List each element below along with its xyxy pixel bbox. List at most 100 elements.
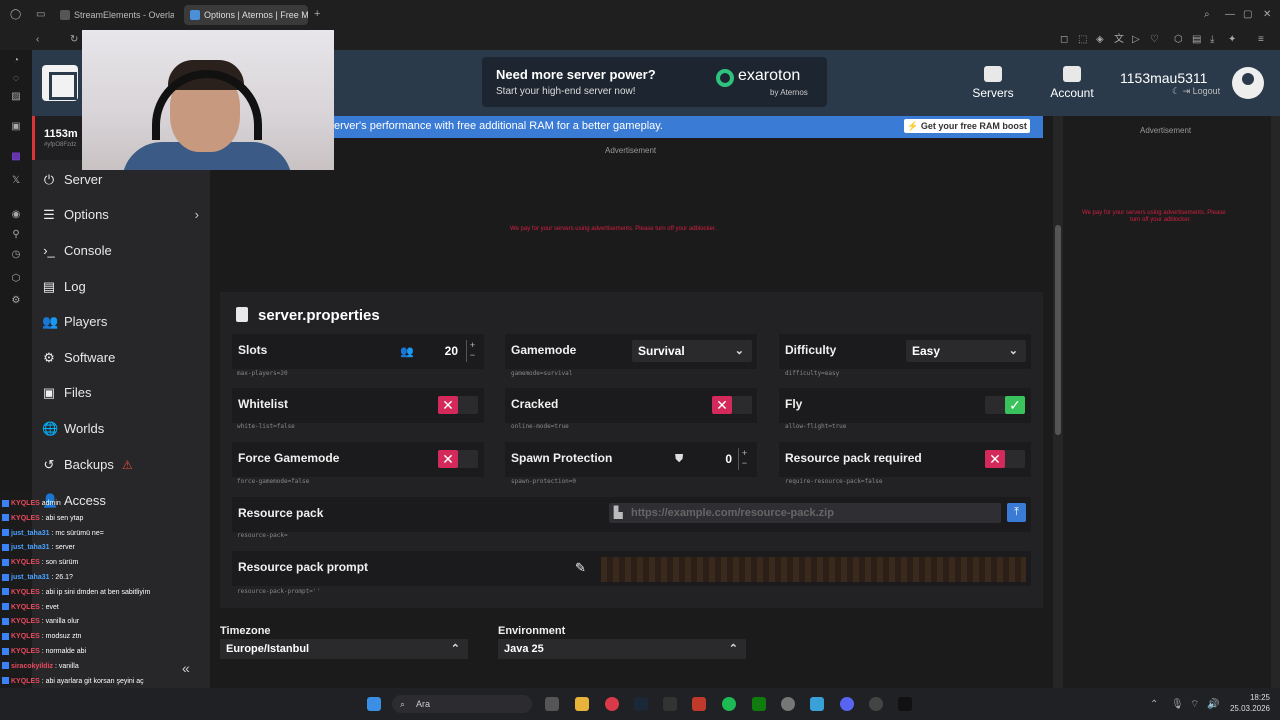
shield-icon: ⛊ — [675, 453, 684, 465]
history-icon[interactable]: ◔ — [10, 55, 22, 67]
logout-link[interactable]: ☾ ⇥ Logout — [1172, 86, 1220, 97]
sidebar-item-software[interactable]: ⚙ Software — [40, 347, 205, 369]
upload-button[interactable]: ⤒ — [1007, 503, 1026, 522]
capcut-icon[interactable] — [898, 697, 912, 711]
twitch-icon[interactable]: ▩ — [10, 151, 22, 163]
opera-icon[interactable] — [605, 697, 619, 711]
whitelist-toggle[interactable]: ✕ — [438, 396, 478, 414]
spotify-icon[interactable] — [722, 697, 736, 711]
bookmark-icon[interactable]: ◻ — [1060, 35, 1068, 45]
shield-icon[interactable]: ◈ — [1096, 35, 1104, 45]
play-icon[interactable]: ▷ — [1132, 35, 1140, 45]
wifi-icon[interactable]: ⌔ — [1190, 700, 1199, 710]
advertisement-label: Advertisement — [605, 146, 657, 155]
sidebar-item-players[interactable]: 👥 Players — [40, 311, 205, 333]
sidebar-item-options[interactable]: ☰ Options › — [40, 204, 205, 226]
cracked-toggle[interactable]: ✕ — [712, 396, 752, 414]
force-gamemode-toggle[interactable]: ✕ — [438, 450, 478, 468]
server-name-card[interactable]: 1153m #yfpO8Fzdz — [32, 116, 82, 160]
menu-icon[interactable]: ≡ — [1258, 35, 1264, 45]
reload-icon[interactable]: ↻ — [70, 35, 78, 45]
tab-streamelements[interactable]: StreamElements - Overlay — [54, 5, 174, 25]
slots-value[interactable]: 20 — [428, 344, 458, 358]
promo-brand-sub: by Aternos — [770, 88, 808, 97]
taskbar-clock[interactable]: 18:25 25.03.2026 — [1222, 692, 1270, 714]
sidebar-item-log[interactable]: ▤ Log — [40, 276, 205, 298]
exaroton-promo[interactable]: Need more server power? Start your high-… — [482, 57, 827, 107]
ai-icon[interactable]: ✦ — [1228, 35, 1236, 45]
sidebar-item-backups[interactable]: ↺ Backups ⚠ — [40, 454, 205, 476]
search-icon[interactable]: ⌕ — [1204, 10, 1210, 20]
close-icon[interactable]: ✕ — [1263, 10, 1271, 20]
task-view-icon[interactable] — [545, 697, 559, 711]
collapse-sidebar-icon[interactable]: « — [182, 660, 190, 676]
obs-icon[interactable] — [869, 697, 883, 711]
new-tab-button[interactable]: + — [314, 9, 320, 20]
resource-pack-required-toggle[interactable]: ✕ — [985, 450, 1025, 468]
chevron-up-icon: ⌃ — [450, 643, 460, 655]
settings-icon[interactable]: ⚙ — [10, 295, 22, 307]
heart-icon[interactable]: ♡ — [1150, 35, 1159, 45]
chevron-up-icon[interactable]: ⌃ — [1150, 700, 1158, 710]
volume-icon[interactable]: 🔊 — [1207, 700, 1219, 710]
windows-start-icon[interactable] — [367, 697, 381, 711]
pinboard-icon[interactable]: ▨ — [10, 91, 22, 103]
nav-servers[interactable]: Servers — [963, 66, 1023, 100]
aternos-logo[interactable] — [42, 65, 78, 101]
options-icon: ☰ — [43, 207, 55, 222]
sidebar-item-server[interactable]: ⏻ Server — [40, 169, 205, 191]
chat-message: just_taha31 : server — [2, 543, 75, 553]
files-icon: ▣ — [42, 385, 56, 400]
maximize-icon[interactable]: ▢ — [1243, 10, 1252, 20]
download-icon[interactable]: ⤓ — [1210, 35, 1214, 45]
app-icon[interactable] — [692, 697, 706, 711]
gamemode-select[interactable]: Survival ⌄ — [632, 340, 752, 362]
close-icon: ✕ — [712, 396, 732, 414]
opera-logo-icon[interactable]: ◯ — [10, 10, 21, 20]
snapshot-icon[interactable]: ⬚ — [1078, 35, 1087, 45]
chat-icon[interactable]: ◌ — [10, 73, 22, 85]
pencil-icon[interactable]: ✎ — [575, 560, 586, 576]
player-icon[interactable]: ◉ — [10, 209, 22, 221]
resource-pack-input[interactable]: ▙ https://example.com/resource-pack.zip — [609, 503, 1001, 523]
nav-account[interactable]: Account — [1042, 66, 1102, 100]
discord-icon[interactable] — [840, 697, 854, 711]
spawn-protection-value[interactable]: 0 — [702, 452, 732, 466]
slots-stepper[interactable]: + − — [466, 340, 478, 362]
sidebar-item-worlds[interactable]: 🌐 Worlds — [40, 418, 205, 440]
sidebar-item-files[interactable]: ▣ Files — [40, 382, 205, 404]
taskbar-search[interactable]: ⌕ Ara — [392, 695, 532, 713]
tab-menu-icon[interactable]: ▭ — [36, 10, 45, 20]
ram-boost-button[interactable]: ⚡ Get your free RAM boost — [904, 119, 1030, 133]
wallet-icon[interactable]: ▤ — [1192, 35, 1201, 45]
scrollbar-thumb[interactable] — [1055, 225, 1061, 435]
fly-toggle[interactable]: ✓ — [985, 396, 1025, 414]
epic-games-icon[interactable] — [663, 697, 677, 711]
app-icon[interactable] — [810, 697, 824, 711]
clock-icon[interactable]: ◷ — [10, 249, 22, 261]
messenger-icon[interactable]: ▣ — [10, 121, 22, 133]
environment-select[interactable]: Java 25 ⌃ — [498, 639, 746, 659]
back-icon[interactable]: ‹ — [36, 35, 39, 45]
file-explorer-icon[interactable] — [575, 697, 589, 711]
spawn-protection-stepper[interactable]: + − — [738, 448, 750, 470]
right-scrollbar[interactable] — [1271, 116, 1280, 688]
avatar[interactable] — [1232, 67, 1264, 99]
steam-icon[interactable] — [634, 697, 648, 711]
exaroton-logo-icon — [716, 69, 734, 87]
resource-pack-prompt-preview[interactable] — [601, 557, 1026, 582]
chat-username: KYQLES — [11, 603, 40, 611]
tab-aternos-options[interactable]: Options | Aternos | Free M — [184, 5, 308, 25]
microphone-icon[interactable]: 🎙 — [1171, 700, 1184, 710]
translate-icon[interactable]: 文 — [1114, 35, 1124, 45]
pin-icon[interactable]: ⚲ — [10, 229, 22, 241]
xbox-icon[interactable] — [752, 697, 766, 711]
difficulty-select[interactable]: Easy ⌄ — [906, 340, 1026, 362]
timezone-select[interactable]: Europe/Istanbul ⌃ — [220, 639, 468, 659]
app-icon[interactable] — [781, 697, 795, 711]
extensions-icon[interactable]: ⬡ — [1174, 35, 1183, 45]
x-icon[interactable]: 𝕏 — [10, 175, 22, 187]
minimize-icon[interactable]: — — [1225, 10, 1235, 20]
sidebar-item-console[interactable]: ›_ Console — [40, 240, 205, 262]
extensions-side-icon[interactable]: ⬡ — [10, 273, 22, 285]
